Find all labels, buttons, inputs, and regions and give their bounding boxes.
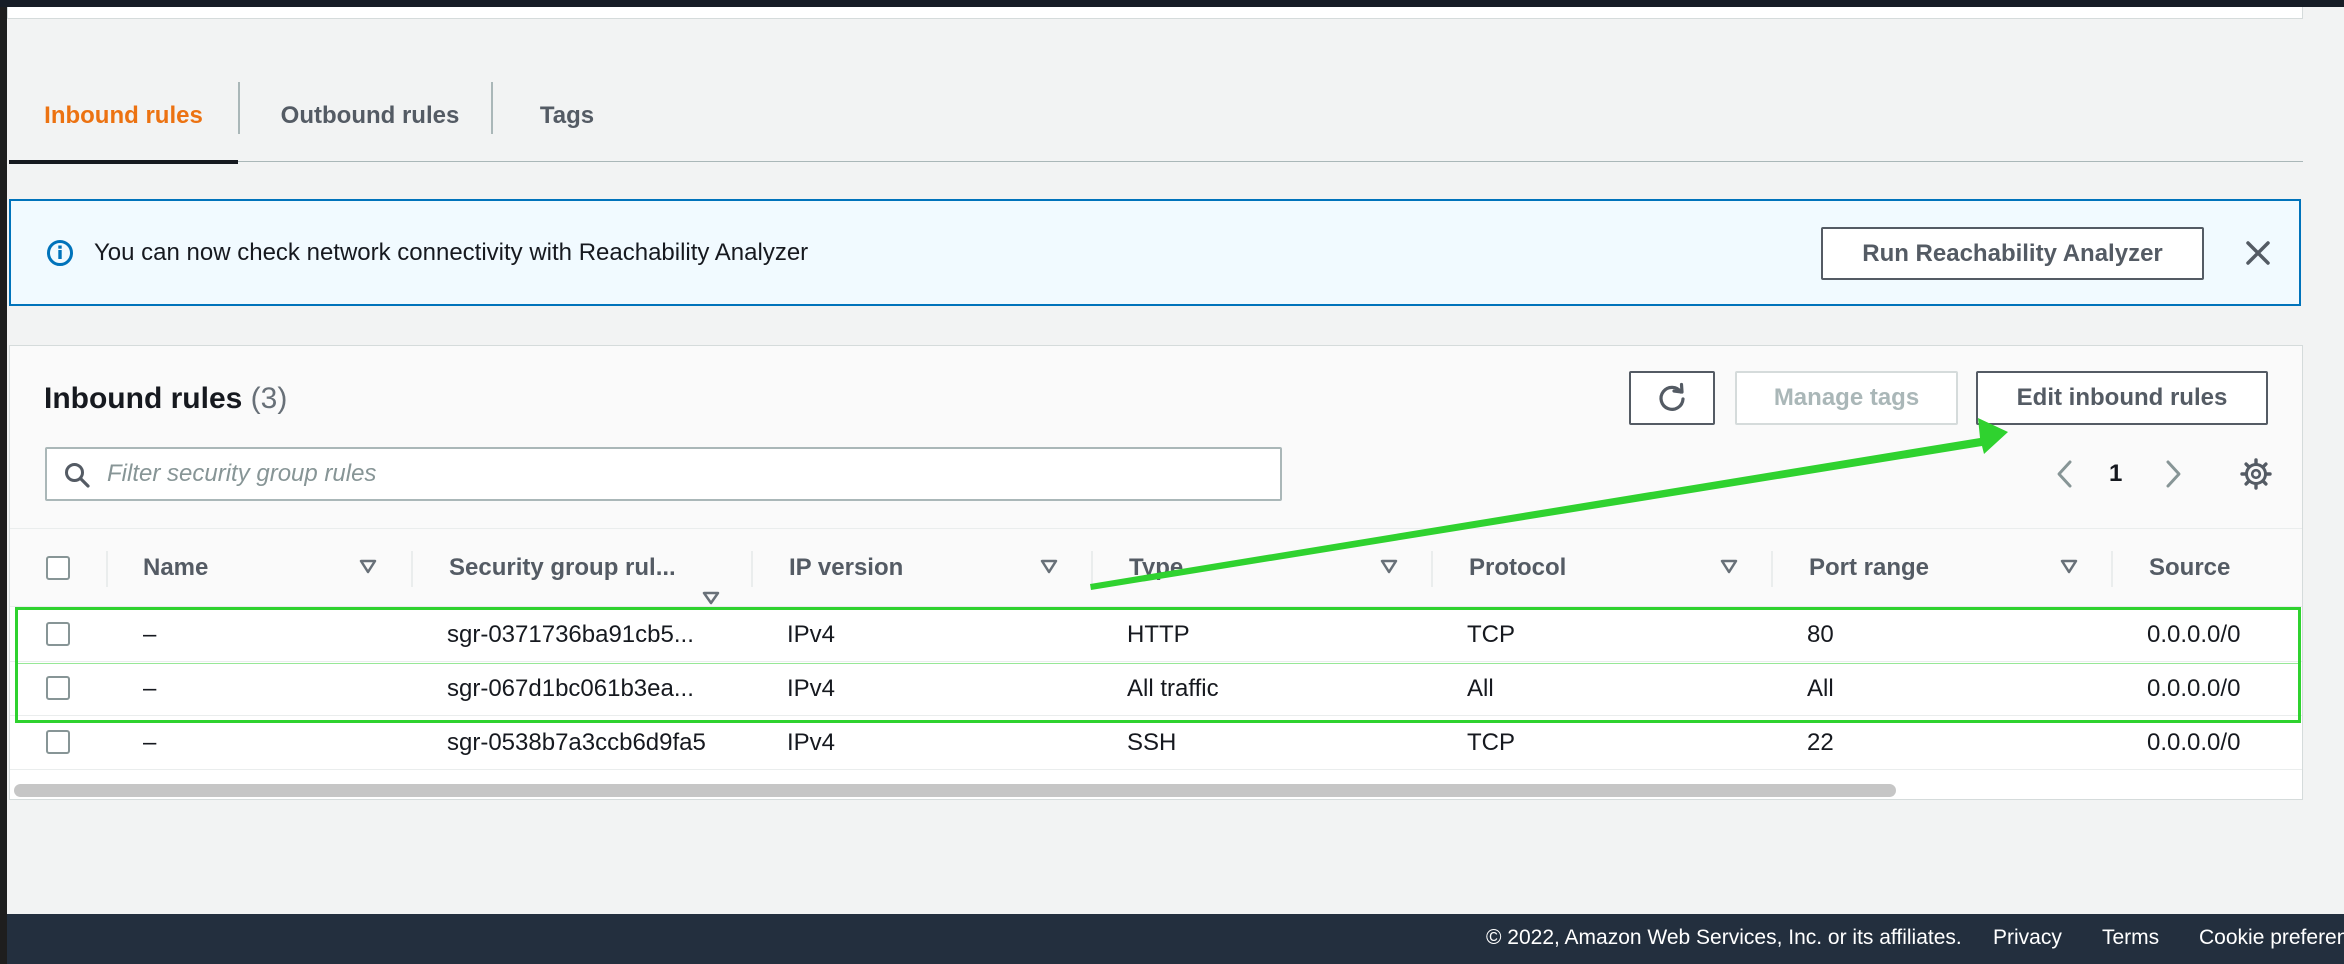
rule-count: (3) [250,382,288,415]
cell-source: 0.0.0.0/0 [2147,729,2241,756]
column-divider [2111,551,2113,587]
sort-down-icon[interactable] [1039,558,1059,576]
sort-down-icon[interactable] [701,591,721,605]
top-bar [0,0,2344,7]
column-header-source[interactable]: Source [2149,529,2230,607]
info-icon [47,240,73,266]
close-icon[interactable] [2240,235,2276,271]
table-header: Name Security group rul... IP version Ty… [10,529,2302,607]
footer: © 2022, Amazon Web Services, Inc. or its… [7,914,2344,964]
select-all-checkbox[interactable] [46,556,70,580]
cell-port-range: All [1807,675,1834,702]
footer-cookie-link[interactable]: Cookie preferen [2199,926,2344,950]
filter-search-box [45,447,1282,501]
cell-rule-id[interactable]: sgr-0371736ba91cb5... [447,608,694,662]
page-number[interactable]: 1 [2109,460,2122,488]
run-reachability-analyzer-button[interactable]: Run Reachability Analyzer [1821,227,2204,280]
row-checkbox[interactable] [46,676,70,700]
column-divider [1771,551,1773,587]
refresh-button[interactable] [1629,371,1715,425]
cell-name: – [143,675,157,702]
chevron-right-icon[interactable] [2158,456,2188,492]
column-divider [1431,551,1433,587]
horizontal-scrollbar[interactable] [10,779,2302,799]
cell-port-range: 80 [1807,621,1834,648]
column-header-port-range[interactable]: Port range [1809,529,1929,607]
table-row[interactable]: – sgr-0371736ba91cb5... IPv4 HTTP TCP 80… [10,608,2302,662]
table-row[interactable]: – sgr-0538b7a3ccb6d9fa5 IPv4 SSH TCP 22 … [10,716,2302,770]
sort-down-icon[interactable] [2059,558,2079,576]
row-checkbox[interactable] [46,622,70,646]
column-divider [411,551,413,587]
sort-down-icon[interactable] [1719,558,1739,576]
tab-outbound-rules[interactable]: Outbound rules [240,70,500,162]
cell-ip-version: IPv4 [787,729,836,756]
column-header-name[interactable]: Name [143,529,208,607]
cell-source: 0.0.0.0/0 [2147,621,2241,648]
column-divider [1091,551,1093,587]
row-checkbox[interactable] [46,730,70,754]
column-header-protocol[interactable]: Protocol [1469,529,1566,607]
cell-type: HTTP [1127,621,1190,648]
cell-type: All traffic [1127,675,1219,702]
chevron-left-icon[interactable] [2050,456,2080,492]
sort-down-icon[interactable] [358,558,378,576]
manage-tags-button: Manage tags [1735,371,1958,425]
panel-title: Inbound rules (3) [44,382,287,416]
sort-down-icon[interactable] [1379,558,1399,576]
footer-privacy-link[interactable]: Privacy [1993,926,2062,950]
edit-inbound-rules-button[interactable]: Edit inbound rules [1976,371,2268,425]
cell-protocol: All [1467,675,1494,702]
column-header-rule-id[interactable]: Security group rul... [449,529,676,607]
cell-rule-id[interactable]: sgr-067d1bc061b3ea... [447,662,694,716]
tab-tags[interactable]: Tags [493,70,641,162]
cell-type: SSH [1127,729,1177,756]
column-divider [106,551,108,587]
details-card-bottom [7,7,2303,19]
table-row[interactable]: – sgr-067d1bc061b3ea... IPv4 All traffic… [10,662,2302,716]
refresh-icon [1659,382,1685,411]
footer-terms-link[interactable]: Terms [2102,926,2159,950]
cell-port-range: 22 [1807,729,1834,756]
panel-title-text: Inbound rules [44,382,243,415]
inbound-rules-panel: Inbound rules (3) Manage tags Edit inbou… [9,345,2303,800]
footer-copyright: © 2022, Amazon Web Services, Inc. or its… [1486,926,1962,949]
window-edge [0,0,7,964]
cell-ip-version: IPv4 [787,621,836,648]
scrollbar-thumb[interactable] [14,784,1896,797]
cell-ip-version: IPv4 [787,675,836,702]
column-divider [751,551,753,587]
banner-message: You can now check network connectivity w… [94,239,809,266]
search-icon [65,463,90,488]
cell-rule-id[interactable]: sgr-0538b7a3ccb6d9fa5 [447,716,706,770]
column-header-ip-version[interactable]: IP version [789,529,903,607]
cell-source: 0.0.0.0/0 [2147,675,2241,702]
cell-protocol: TCP [1467,621,1515,648]
cell-protocol: TCP [1467,729,1515,756]
cell-name: – [143,621,157,648]
tab-bar: Inbound rules Outbound rules Tags [9,70,2303,164]
column-header-type[interactable]: Type [1129,529,1183,607]
tab-inbound-rules[interactable]: Inbound rules [9,70,238,164]
gear-icon[interactable] [2238,456,2274,492]
filter-input[interactable] [107,455,1257,493]
info-banner: You can now check network connectivity w… [9,199,2301,306]
cell-name: – [143,729,157,756]
panel-header: Inbound rules (3) Manage tags Edit inbou… [10,346,2302,529]
